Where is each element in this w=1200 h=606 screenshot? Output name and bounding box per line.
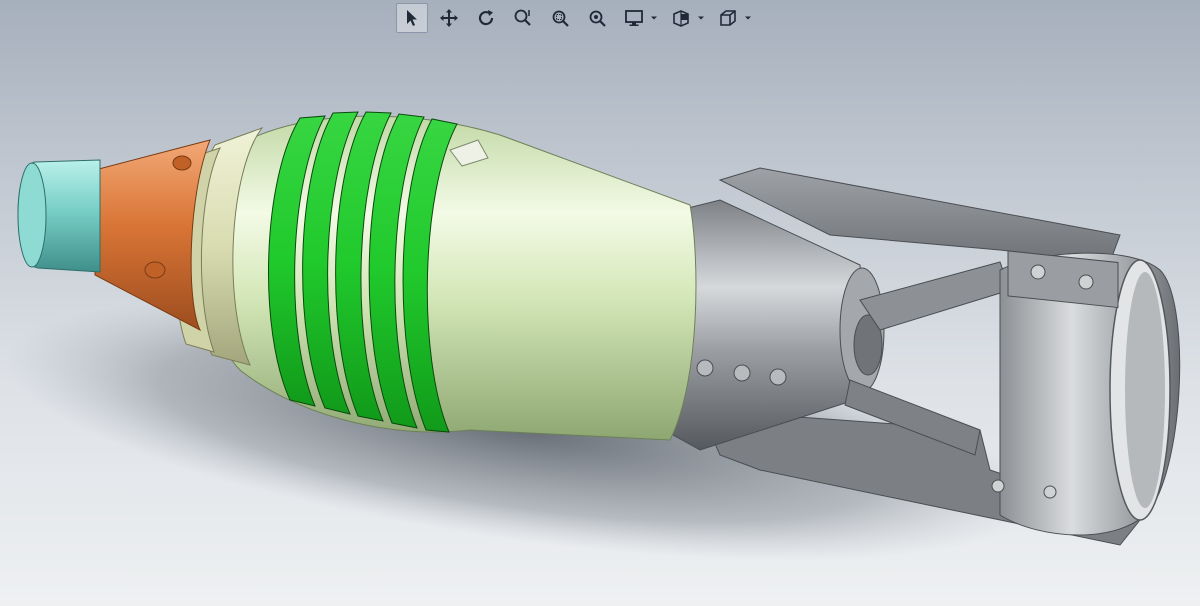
view-toolbar — [396, 2, 759, 34]
cube-icon — [720, 10, 736, 26]
clamp-bolt-1 — [1030, 264, 1046, 280]
zoom-to-fit-button[interactable] — [581, 3, 613, 33]
rotate-tool-button[interactable] — [470, 3, 502, 33]
view-settings-dropdown[interactable] — [696, 3, 706, 33]
fuze-tip-face — [17, 162, 47, 268]
chevron-down-icon — [651, 16, 657, 20]
monitor-icon — [625, 10, 643, 26]
tail-ring-interior — [1125, 272, 1165, 508]
view-orientation-button[interactable] — [712, 3, 744, 33]
clamp-bolt-3 — [991, 479, 1005, 493]
pan-move-icon — [440, 9, 458, 27]
boom-hole-1 — [696, 359, 714, 377]
fuze-hole-2 — [144, 261, 166, 279]
view-orientation-dropdown[interactable] — [743, 3, 753, 33]
mortar-shell-model[interactable] — [0, 0, 1200, 606]
zoom-in-out-icon — [514, 9, 531, 26]
zoom-to-area-button[interactable] — [544, 3, 576, 33]
chevron-down-icon — [698, 16, 704, 20]
clamp-bolt-2 — [1078, 274, 1094, 290]
view-settings-button[interactable] — [665, 3, 697, 33]
fuze-hole-1 — [172, 155, 192, 171]
clamp-bolt-4 — [1043, 485, 1057, 499]
select-tool-button[interactable] — [396, 3, 428, 33]
zoom-fit-icon — [589, 10, 606, 27]
zoom-in-out-button[interactable] — [507, 3, 539, 33]
boom-hole-3 — [769, 368, 787, 386]
fin-strut-upper — [859, 261, 1011, 331]
cursor-arrow-icon — [407, 10, 417, 26]
boom-hole-2 — [733, 364, 751, 382]
view-settings-icon — [673, 10, 689, 27]
zoom-area-icon — [552, 10, 569, 27]
rotate-icon — [478, 10, 494, 26]
3d-viewport[interactable] — [0, 0, 1200, 606]
pan-tool-button[interactable] — [433, 3, 465, 33]
chevron-down-icon — [745, 16, 751, 20]
display-style-dropdown[interactable] — [649, 3, 659, 33]
display-style-button[interactable] — [618, 3, 650, 33]
